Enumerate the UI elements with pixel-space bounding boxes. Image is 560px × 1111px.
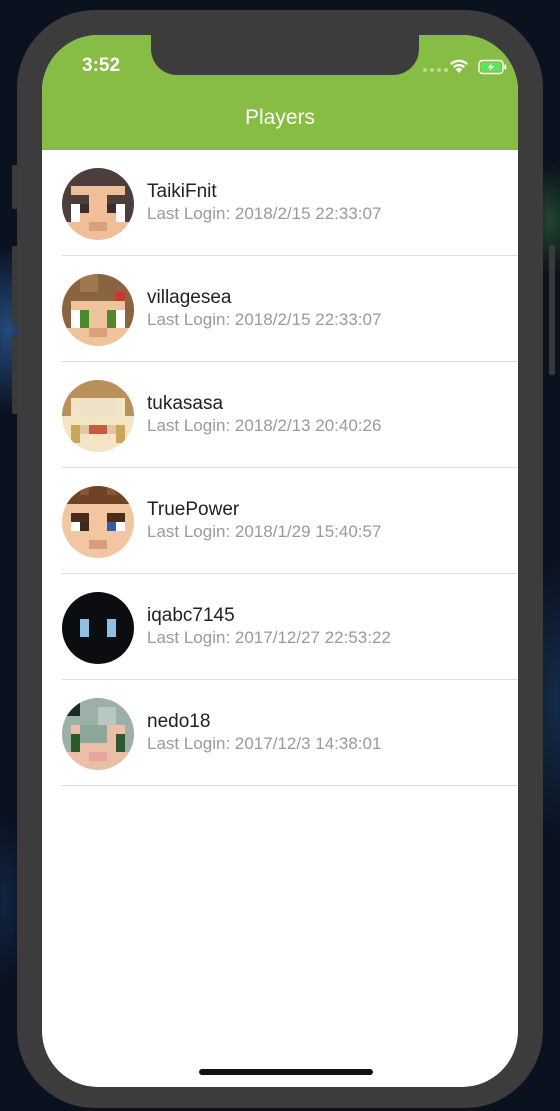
last-login: Last Login: 2018/2/13 20:40:26 <box>147 416 382 435</box>
row-divider <box>62 785 518 786</box>
side-button-power <box>549 245 555 375</box>
player-name: TruePower <box>147 499 240 520</box>
player-name: iqabc7145 <box>147 605 235 626</box>
status-time: 3:52 <box>82 55 121 76</box>
pixel-avatar-nedo18 <box>62 698 134 770</box>
player-row-villagesea[interactable]: villagesea Last Login: 2018/2/15 22:33:0… <box>42 256 518 362</box>
player-row-truepower[interactable]: TruePower Last Login: 2018/1/29 15:40:57 <box>42 468 518 574</box>
phone-frame: 3:52 Players TaikiFnit Last Login: 2018/… <box>17 10 543 1108</box>
player-list: TaikiFnit Last Login: 2018/2/15 22:33:07 <box>42 150 518 786</box>
last-login: Last Login: 2018/2/15 22:33:07 <box>147 310 382 329</box>
pixel-avatar-villagesea <box>62 274 134 346</box>
last-login: Last Login: 2017/12/3 14:38:01 <box>147 734 382 753</box>
pixel-avatar-iqabc7145 <box>62 592 134 664</box>
signal-dots-icon <box>423 68 448 72</box>
navigation-bar: 3:52 Players <box>42 35 518 150</box>
last-login: Last Login: 2018/1/29 15:40:57 <box>147 522 382 541</box>
player-name: villagesea <box>147 287 232 308</box>
wifi-icon <box>450 59 468 73</box>
player-row-nedo18[interactable]: nedo18 Last Login: 2017/12/3 14:38:01 <box>42 680 518 786</box>
screen: 3:52 Players TaikiFnit Last Login: 2018/… <box>42 35 518 1087</box>
player-row-tukasasa[interactable]: tukasasa Last Login: 2018/2/13 20:40:26 <box>42 362 518 468</box>
pixel-avatar-taikifnit <box>62 168 134 240</box>
last-login: Last Login: 2018/2/15 22:33:07 <box>147 204 382 223</box>
pixel-avatar-tukasasa <box>62 380 134 452</box>
home-indicator[interactable] <box>199 1069 373 1075</box>
player-name: tukasasa <box>147 393 224 414</box>
battery-charging-icon <box>478 59 507 75</box>
pixel-avatar-truepower <box>62 486 134 558</box>
last-login: Last Login: 2017/12/27 22:53:22 <box>147 628 391 647</box>
player-name: TaikiFnit <box>147 181 217 202</box>
page-title: Players <box>244 106 316 129</box>
notch <box>151 35 419 75</box>
player-name: nedo18 <box>147 711 211 732</box>
player-row-taikifnit[interactable]: TaikiFnit Last Login: 2018/2/15 22:33:07 <box>42 150 518 256</box>
player-row-iqabc7145[interactable]: iqabc7145 Last Login: 2017/12/27 22:53:2… <box>42 574 518 680</box>
